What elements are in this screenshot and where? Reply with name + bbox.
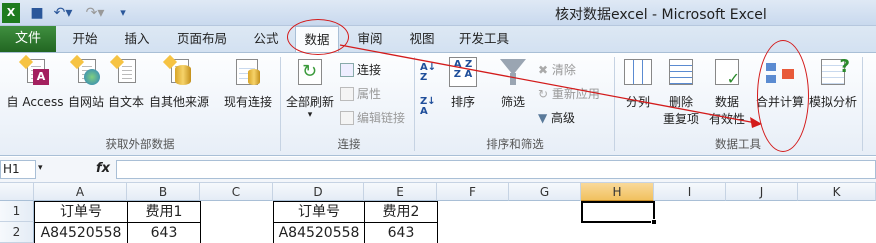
cell-e2[interactable]: 643 xyxy=(364,222,438,243)
access-icon: A xyxy=(18,54,49,87)
column-header-d[interactable]: D xyxy=(273,183,364,201)
save-icon[interactable]: ■ xyxy=(28,3,46,23)
tab-page-layout[interactable]: 页面布局 xyxy=(170,26,234,52)
column-header-g[interactable]: G xyxy=(509,183,581,201)
cell-d1[interactable]: 订单号 xyxy=(273,201,365,223)
clear-filter-icon: ✖ xyxy=(538,63,552,77)
select-all-corner[interactable] xyxy=(0,183,34,201)
connections-button[interactable]: 连接 xyxy=(340,61,381,79)
active-cell-h1[interactable] xyxy=(581,201,655,223)
connections-icon xyxy=(340,63,354,77)
column-header-i[interactable]: I xyxy=(654,183,726,201)
web-icon xyxy=(69,54,100,87)
column-header-a[interactable]: A xyxy=(34,183,127,201)
advanced-filter-icon: ▼ xyxy=(538,111,552,125)
sort-ascending-button[interactable]: A↓ Z xyxy=(420,63,438,85)
group-separator xyxy=(614,57,615,151)
cell-e1[interactable]: 费用2 xyxy=(364,201,438,223)
reapply-button[interactable]: ↻ 重新应用 xyxy=(538,85,600,103)
name-box-dropdown-icon[interactable]: ▾ xyxy=(38,163,43,173)
existing-connections-button[interactable]: 现有连接 xyxy=(220,57,276,131)
group-separator xyxy=(414,57,415,151)
from-access-button[interactable]: A 自 Access xyxy=(4,54,66,131)
refresh-all-button[interactable]: 全部刷新 ▾ xyxy=(284,57,336,131)
insert-function-icon[interactable]: fx xyxy=(96,161,110,176)
cell-b1[interactable]: 费用1 xyxy=(127,201,201,223)
column-header-c[interactable]: C xyxy=(200,183,273,201)
cell-a2[interactable]: A84520558 xyxy=(34,222,128,243)
edit-links-button[interactable]: 编辑链接 xyxy=(340,109,405,127)
what-if-analysis-icon xyxy=(819,56,850,87)
clear-filter-button[interactable]: ✖ 清除 xyxy=(538,61,576,79)
annotation-circle-data-tab xyxy=(287,19,349,55)
column-header-k[interactable]: K xyxy=(798,183,876,201)
sort-descending-button[interactable]: Z↓ A xyxy=(420,97,438,119)
cell-d2[interactable]: A84520558 xyxy=(273,222,365,243)
text-file-icon xyxy=(109,54,140,87)
column-header-f[interactable]: F xyxy=(437,183,509,201)
redo-icon[interactable]: ↷▾ xyxy=(82,3,108,23)
ribbon-tabs: 文件 开始 插入 页面布局 公式 数据 审阅 视图 开发工具 xyxy=(0,26,876,52)
row-header-2[interactable]: 2 xyxy=(0,222,34,243)
chevron-down-icon: ▾ xyxy=(307,110,313,120)
group-separator xyxy=(280,57,281,151)
edit-links-icon xyxy=(340,111,354,125)
tab-developer[interactable]: 开发工具 xyxy=(452,26,516,52)
text-to-columns-icon xyxy=(624,57,652,87)
column-header-e[interactable]: E xyxy=(364,183,437,201)
remove-duplicates-button[interactable]: 删除 重复项 xyxy=(660,57,702,131)
excel-logo-icon: X xyxy=(2,3,20,23)
existing-connections-icon xyxy=(234,57,262,87)
tab-home[interactable]: 开始 xyxy=(62,26,108,52)
text-to-columns-button[interactable]: 分列 xyxy=(620,57,656,131)
cell-b2[interactable]: 643 xyxy=(127,222,201,243)
sort-descending-icon: Z↓ A xyxy=(420,96,436,117)
properties-icon xyxy=(340,87,354,101)
group-separator xyxy=(862,57,863,151)
other-sources-icon xyxy=(162,54,193,87)
group-label-data-tools: 数据工具 xyxy=(715,137,761,151)
filter-icon xyxy=(499,57,527,87)
ribbon: A 自 Access 自网站 自文本 自其他来源 现有连接 获取外部数据 全部刷… xyxy=(0,52,876,156)
row-header-1[interactable]: 1 xyxy=(0,201,34,222)
worksheet-grid: A B C D E F G H I J K 1 2 订单号 费用1 订单号 费用… xyxy=(0,183,876,243)
properties-button[interactable]: 属性 xyxy=(340,85,381,103)
undo-icon[interactable]: ↶▾ xyxy=(50,3,76,23)
fill-handle[interactable] xyxy=(651,219,657,225)
formula-bar: H1 ▾ fx xyxy=(0,157,876,183)
data-validation-button[interactable]: 数据 有效性 xyxy=(704,57,750,131)
tab-formulas[interactable]: 公式 xyxy=(244,26,288,52)
formula-input[interactable] xyxy=(116,160,876,179)
reapply-icon: ↻ xyxy=(538,87,552,101)
column-header-h[interactable]: H xyxy=(581,183,654,201)
sort-ascending-icon: A↓ Z xyxy=(420,62,437,83)
sort-button[interactable]: A ZZ A 排序 xyxy=(446,57,480,131)
what-if-analysis-button[interactable]: 模拟分析 xyxy=(806,56,860,131)
annotation-circle-consolidate xyxy=(757,40,809,152)
from-text-button[interactable]: 自文本 xyxy=(106,54,146,131)
cell-a1[interactable]: 订单号 xyxy=(34,201,128,223)
window-title: 核对数据excel - Microsoft Excel xyxy=(555,7,767,23)
from-other-sources-button[interactable]: 自其他来源 xyxy=(146,54,212,131)
data-validation-icon xyxy=(713,57,741,88)
column-header-b[interactable]: B xyxy=(127,183,200,201)
group-label-get-external-data: 获取外部数据 xyxy=(105,137,175,151)
tab-insert[interactable]: 插入 xyxy=(114,26,160,52)
tab-review[interactable]: 审阅 xyxy=(348,26,392,52)
name-box[interactable]: H1 xyxy=(0,160,36,179)
tab-view[interactable]: 视图 xyxy=(400,26,444,52)
title-bar: X ■ ↶▾ ↷▾ ▾ 核对数据excel - Microsoft Excel xyxy=(0,0,876,26)
group-label-sort-filter: 排序和筛选 xyxy=(486,137,544,151)
group-label-connections: 连接 xyxy=(337,137,361,151)
column-header-j[interactable]: J xyxy=(726,183,798,201)
customize-icon[interactable]: ▾ xyxy=(116,3,130,23)
from-web-button[interactable]: 自网站 xyxy=(64,54,108,131)
remove-duplicates-icon xyxy=(667,57,695,87)
refresh-icon xyxy=(296,57,324,87)
filter-button[interactable]: 筛选 xyxy=(496,57,530,131)
advanced-filter-button[interactable]: ▼ 高级 xyxy=(538,109,575,127)
tab-file[interactable]: 文件 xyxy=(0,26,56,52)
sort-icon: A ZZ A xyxy=(449,57,477,87)
